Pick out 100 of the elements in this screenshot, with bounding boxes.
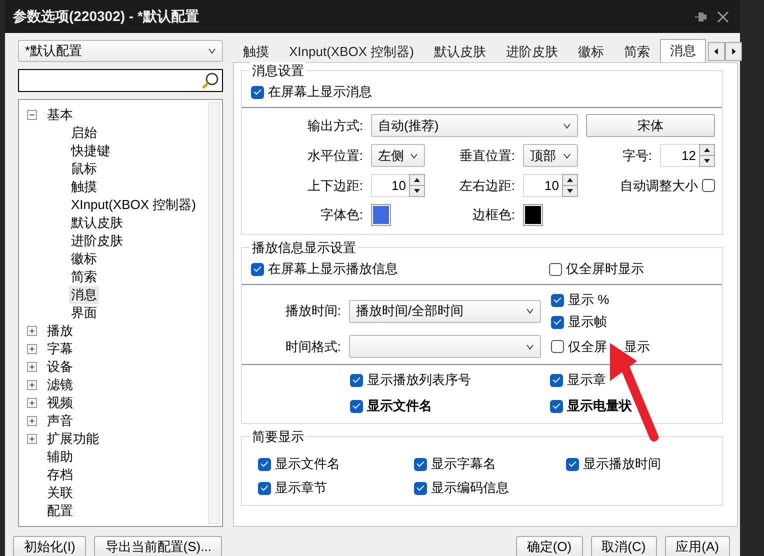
collapse-icon[interactable] [27, 110, 37, 120]
tab[interactable]: 徽标 [568, 41, 614, 62]
color-swatch[interactable] [371, 204, 391, 226]
scroll-left-icon[interactable] [708, 42, 725, 61]
checkbox-label[interactable]: 显示帧 [568, 313, 607, 331]
checkbox-label[interactable]: 仅全屏 [568, 338, 607, 356]
profile-dropdown[interactable]: *默认配置 [18, 40, 223, 62]
checkbox-label[interactable]: 显示编码信息 [431, 479, 509, 497]
search-icon[interactable] [201, 72, 219, 90]
group-title: 消息设置 [250, 62, 306, 80]
expand-icon[interactable] [27, 434, 37, 444]
tab[interactable]: 简索 [614, 41, 660, 62]
checkbox-label[interactable]: 显示字幕名 [431, 455, 496, 473]
checkbox-label[interactable]: 显示电量状 [567, 397, 632, 415]
checkbox-label[interactable]: 显示播放时间 [583, 455, 661, 473]
font-button[interactable]: 宋体 [586, 114, 715, 137]
tab[interactable]: 触摸 [233, 41, 279, 62]
dialog-button[interactable]: 导出当前配置(S)... [94, 536, 222, 556]
checkbox[interactable] [251, 86, 264, 98]
field-label: 上下边距: [306, 176, 363, 194]
close-icon[interactable] [716, 10, 730, 24]
expand-icon[interactable] [27, 398, 37, 408]
tree-item[interactable]: 鼠标 [69, 160, 99, 178]
tree-item[interactable]: 简索 [69, 268, 99, 286]
checkbox[interactable] [350, 374, 363, 386]
expand-icon[interactable] [27, 416, 37, 426]
dropdown[interactable]: 播放时间/全部时间 [349, 300, 541, 322]
expand-icon[interactable] [27, 380, 37, 390]
window-title: 参数选项(220302) - *默认配置 [13, 8, 200, 26]
checkbox-label[interactable]: 显示播放列表序号 [367, 371, 471, 389]
checkbox-label[interactable]: 显示 % [568, 291, 610, 309]
tree-item[interactable]: 快捷键 [69, 142, 112, 160]
scroll-right-icon[interactable] [724, 42, 742, 61]
checkbox[interactable] [258, 482, 271, 494]
checkbox-label[interactable]: 显示文件名 [275, 455, 340, 473]
dialog-button[interactable]: 初始化(I) [13, 536, 86, 556]
tree-item[interactable]: 触摸 [69, 178, 99, 196]
expand-icon[interactable] [27, 344, 37, 354]
tree-item[interactable]: 徽标 [69, 250, 99, 268]
pin-icon[interactable] [694, 10, 708, 24]
color-swatch[interactable] [523, 204, 543, 226]
checkbox[interactable] [350, 400, 363, 412]
checkbox[interactable] [551, 316, 564, 328]
checkbox-label[interactable]: 仅全屏时显示 [566, 260, 644, 278]
tree-item[interactable]: 关联 [45, 484, 75, 502]
tab[interactable]: 消息 [660, 39, 706, 62]
scrollbar[interactable] [208, 102, 220, 524]
checkbox[interactable] [551, 340, 564, 353]
expand-icon[interactable] [27, 326, 37, 336]
tree-item[interactable]: 启始 [69, 124, 99, 142]
checkbox-label[interactable]: 在屏幕上显示消息 [268, 83, 372, 101]
tree-item[interactable]: 存档 [45, 466, 75, 484]
checkbox-label[interactable]: 在屏幕上显示播放信息 [268, 260, 398, 278]
dialog-button[interactable]: 取消(C) [590, 536, 657, 556]
field-label: 边框色: [471, 206, 515, 224]
caret-icon [526, 307, 534, 315]
tree-item[interactable]: 界面 [69, 304, 99, 322]
checkbox-label[interactable]: 显示章节 [275, 479, 327, 497]
tree-item[interactable]: 设备 [45, 358, 75, 376]
field-label: 字体色: [319, 206, 363, 224]
caret-icon [410, 152, 418, 160]
tree-item[interactable]: 消息 [69, 286, 99, 304]
checkbox[interactable] [551, 294, 564, 306]
checkbox[interactable] [702, 179, 715, 192]
tree-item[interactable]: 基本 [45, 106, 75, 124]
checkbox[interactable] [566, 458, 579, 470]
dialog-button[interactable]: 应用(A) [664, 536, 730, 556]
tree-item[interactable]: 辅助 [45, 448, 75, 466]
group-title: 简要显示 [250, 428, 306, 446]
checkbox[interactable] [414, 458, 427, 470]
checkbox[interactable] [251, 262, 264, 276]
checkbox[interactable] [258, 458, 271, 470]
checkbox-label[interactable]: 自动调整大小 [620, 176, 698, 194]
checkbox-label[interactable]: 显示 [624, 338, 650, 356]
tab[interactable]: 进阶皮肤 [496, 41, 568, 62]
tree-item[interactable]: XInput(XBOX 控制器) [69, 196, 198, 214]
search-field[interactable] [18, 69, 223, 92]
dropdown[interactable]: 左侧 [371, 144, 425, 167]
checkbox-label[interactable]: 显示章 [567, 371, 606, 389]
checkbox[interactable] [549, 262, 562, 276]
tree-item[interactable]: 视频 [45, 394, 75, 412]
tree-item[interactable]: 滤镜 [45, 376, 75, 394]
tree-item[interactable]: 进阶皮肤 [69, 232, 125, 250]
tab[interactable]: 默认皮肤 [424, 41, 496, 62]
tree-item[interactable]: 扩展功能 [45, 430, 101, 448]
checkbox[interactable] [550, 374, 563, 386]
dropdown[interactable]: 顶部 [523, 144, 578, 167]
tree-item[interactable]: 默认皮肤 [69, 214, 125, 232]
dropdown[interactable]: 自动(推荐) [371, 114, 578, 137]
checkbox[interactable] [550, 400, 563, 412]
checkbox[interactable] [414, 482, 427, 494]
checkbox-label[interactable]: 显示文件名 [367, 397, 432, 415]
tree-item[interactable]: 字幕 [45, 340, 75, 358]
tab[interactable]: XInput(XBOX 控制器) [279, 41, 424, 62]
tree-item[interactable]: 声音 [45, 412, 75, 430]
expand-icon[interactable] [27, 362, 37, 372]
field-label: 输出方式: [306, 116, 363, 134]
tree-item[interactable]: 播放 [45, 322, 75, 340]
dialog-button[interactable]: 确定(O) [516, 536, 583, 556]
tree-item[interactable]: 配置 [45, 502, 75, 520]
